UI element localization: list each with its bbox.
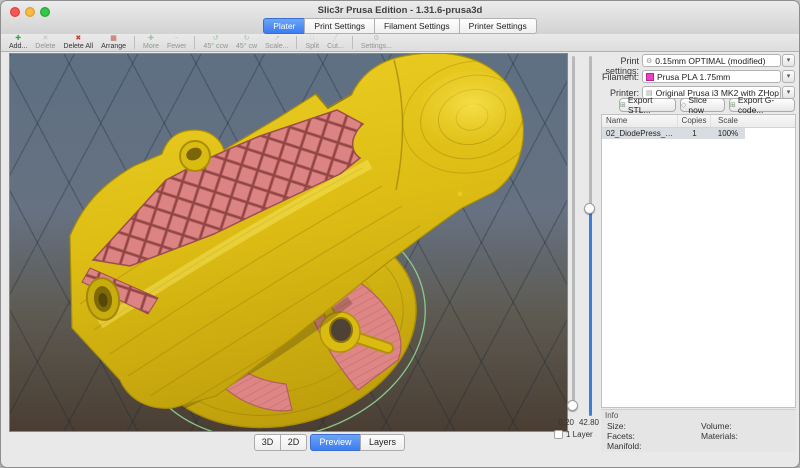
filament-label: Filament: xyxy=(599,72,639,82)
toolbar-separator xyxy=(296,36,297,49)
arrange-icon: ▦ xyxy=(110,35,117,43)
layer-slider-max-value: 42.80 xyxy=(579,418,599,427)
filament-dropdown-button[interactable]: ▾ xyxy=(782,70,795,83)
cut-button[interactable]: ╱ Cut... xyxy=(323,34,348,51)
layer-slider-upper-track-filled[interactable] xyxy=(589,208,592,416)
layer-slider-upper-knob[interactable] xyxy=(584,203,595,214)
info-box: Info Size: Facets: Manifold: Volume: Mat… xyxy=(601,409,796,452)
3d-viewport[interactable] xyxy=(9,53,568,432)
split-button[interactable]: ∷ Split xyxy=(301,34,323,51)
rotate-cw-button[interactable]: ↻ 45° cw xyxy=(232,34,261,51)
title-bar: Slic3r Prusa Edition - 1.31.6-prusa3d Pl… xyxy=(1,1,799,35)
print-settings-dropdown-button[interactable]: ▾ xyxy=(782,54,795,67)
rotate-cw-icon: ↻ xyxy=(244,35,250,43)
toolbar-separator xyxy=(134,36,135,49)
export-stl-icon: ⊞ xyxy=(620,101,626,109)
tab-plater[interactable]: Plater xyxy=(263,18,305,34)
delete-all-icon: ✖ xyxy=(75,35,81,43)
object-table-row[interactable]: 02_DiodePress_Vise_ViceB... 1 100% xyxy=(602,128,745,139)
more-copies-button[interactable]: ✚ More xyxy=(139,34,163,51)
add-button[interactable]: ✚ Add... xyxy=(5,34,31,51)
export-gcode-icon: ⊞ xyxy=(730,101,736,109)
tab-print-settings[interactable]: Print Settings xyxy=(304,18,375,34)
preview-mode-group: Preview Layers xyxy=(310,434,405,451)
filament-color-swatch-icon xyxy=(646,73,654,81)
fewer-copies-button[interactable]: − Fewer xyxy=(163,34,190,51)
rotate-ccw-button[interactable]: ↺ 45° ccw xyxy=(199,34,232,51)
layer-slider-min-value: 0.20 xyxy=(558,418,574,427)
object-settings-button[interactable]: ⚙ Settings... xyxy=(357,34,396,51)
model-object[interactable] xyxy=(70,54,554,431)
plater-toolbar: ✚ Add... ✕ Delete ✖ Delete All ▦ Arrange… xyxy=(1,34,799,52)
info-manifold-label: Manifold: xyxy=(607,441,642,451)
toolbar-separator xyxy=(194,36,195,49)
info-box-title: Info xyxy=(605,411,618,420)
view-2d-button[interactable]: 2D xyxy=(280,434,307,451)
arrange-button[interactable]: ▦ Arrange xyxy=(97,34,130,51)
gcode-preview-canvas[interactable] xyxy=(10,54,567,431)
info-facets-label: Facets: xyxy=(607,431,635,441)
app-window: Slic3r Prusa Edition - 1.31.6-prusa3d Pl… xyxy=(0,0,800,468)
object-table-header: Name Copies Scale xyxy=(602,115,795,128)
delete-object-icon: ✕ xyxy=(42,35,48,43)
tab-filament-settings[interactable]: Filament Settings xyxy=(374,18,460,34)
layer-slider-lower-track[interactable] xyxy=(572,56,575,408)
split-icon: ∷ xyxy=(310,35,314,43)
view-layers-button[interactable]: Layers xyxy=(360,434,405,451)
gear-icon: ⚙ xyxy=(646,57,652,65)
info-materials-label: Materials: xyxy=(701,431,738,441)
scale-icon: ↗ xyxy=(274,35,280,43)
view-preview-button[interactable]: Preview xyxy=(310,434,361,451)
main-tabs: Plater Print Settings Filament Settings … xyxy=(1,18,799,34)
cut-icon: ╱ xyxy=(333,35,337,43)
add-object-icon: ✚ xyxy=(15,35,21,43)
delete-button[interactable]: ✕ Delete xyxy=(31,34,59,51)
rotate-ccw-icon: ↺ xyxy=(213,35,219,43)
view-3d-button[interactable]: 3D xyxy=(254,434,281,451)
one-layer-checkbox[interactable] xyxy=(554,430,563,439)
delete-all-button[interactable]: ✖ Delete All xyxy=(60,34,98,51)
filament-combo[interactable]: Prusa PLA 1.75mm xyxy=(642,70,781,83)
layer-slider-values: 0.20 42.80 xyxy=(549,418,599,427)
object-settings-icon: ⚙ xyxy=(373,35,379,43)
object-list-table: Name Copies Scale 02_DiodePress_Vise_Vic… xyxy=(601,114,796,408)
export-gcode-button[interactable]: ⊞ Export G-code... xyxy=(729,98,795,112)
window-title: Slic3r Prusa Edition - 1.31.6-prusa3d xyxy=(1,5,799,16)
slice-now-button[interactable]: ◇ Slice now xyxy=(680,98,725,112)
toolbar-separator xyxy=(352,36,353,49)
scale-button[interactable]: ↗ Scale... xyxy=(261,34,292,51)
info-size-label: Size: xyxy=(607,421,626,431)
view-mode-group: 3D 2D xyxy=(254,434,307,451)
fewer-copies-icon: − xyxy=(175,35,179,43)
print-settings-combo[interactable]: ⚙ 0.15mm OPTIMAL (modified) xyxy=(642,54,781,67)
layer-slider-upper-track[interactable] xyxy=(589,56,592,208)
info-volume-label: Volume: xyxy=(701,421,732,431)
layer-slider-lower-knob[interactable] xyxy=(567,400,578,411)
slice-now-icon: ◇ xyxy=(681,101,686,109)
tab-printer-settings[interactable]: Printer Settings xyxy=(459,18,537,34)
one-layer-label: 1 Layer xyxy=(566,430,593,439)
more-copies-icon: ✚ xyxy=(148,35,154,43)
export-stl-button[interactable]: ⊞ Export STL... xyxy=(619,98,676,112)
